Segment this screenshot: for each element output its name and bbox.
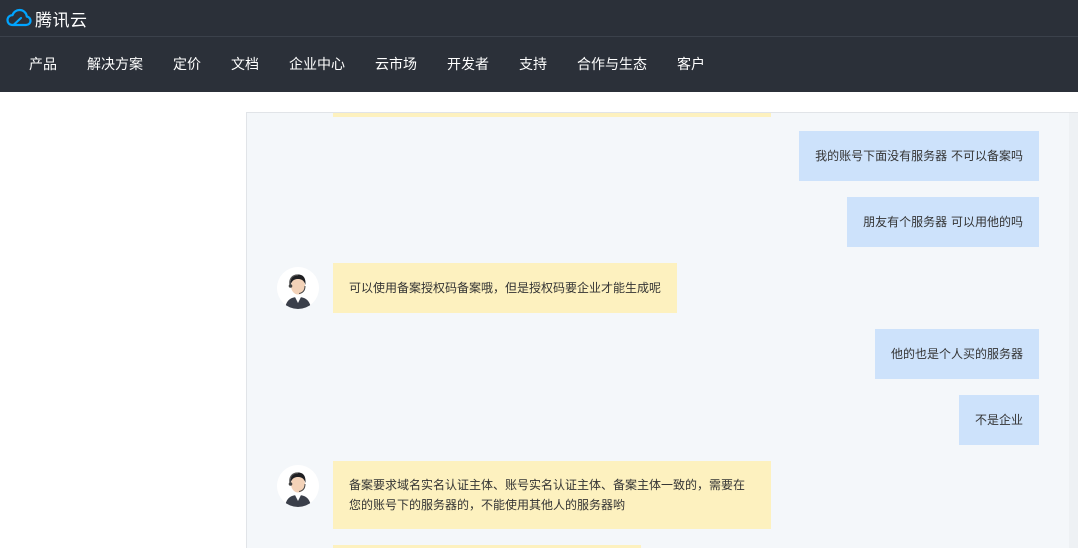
user-message: 我的账号下面没有服务器 不可以备案吗 [799,131,1039,181]
top-header: 腾讯云 产品 解决方案 定价 文档 企业中心 云市场 开发者 支持 合作与生态 … [0,0,1078,92]
tencent-cloud-logo[interactable]: 腾讯云 [6,6,88,31]
agent-avatar [277,267,319,309]
agent-bubble-partial-top [333,113,771,117]
chat-scrollbar[interactable] [1069,113,1078,548]
nav-item-developers[interactable]: 开发者 [432,38,504,92]
user-message: 不是企业 [958,395,1039,445]
nav-item-support[interactable]: 支持 [504,38,562,92]
main-nav: 产品 解决方案 定价 文档 企业中心 云市场 开发者 支持 合作与生态 客户 [14,38,720,92]
agent-avatar [277,465,319,507]
agent-message: 备案要求域名实名认证主体、账号实名认证主体、备案主体一致的，需要在您的账号下的服… [333,461,771,529]
cloud-logo-icon [6,8,32,27]
agent-avatar-icon [277,465,319,507]
brand-row: 腾讯云 [0,0,1078,37]
nav-item-cloud-market[interactable]: 云市场 [360,38,432,92]
nav-item-partners[interactable]: 合作与生态 [562,38,662,92]
user-message: 他的也是个人买的服务器 [874,329,1039,379]
nav-item-customers[interactable]: 客户 [662,38,720,92]
chat-panel[interactable]: 我的账号下面没有服务器 不可以备案吗 朋友有个服务器 可以用他的吗 可以使用备案… [246,112,1078,548]
nav-item-enterprise-center[interactable]: 企业中心 [274,38,360,92]
agent-message: 可以使用备案授权码备案哦，但是授权码要企业才能生成呢 [333,263,678,313]
brand-name: 腾讯云 [35,10,88,31]
nav-item-products[interactable]: 产品 [14,38,72,92]
nav-item-pricing[interactable]: 定价 [158,38,216,92]
agent-avatar-icon [277,267,319,309]
nav-item-docs[interactable]: 文档 [216,38,274,92]
user-message: 朋友有个服务器 可以用他的吗 [847,197,1039,247]
nav-item-solutions[interactable]: 解决方案 [72,38,158,92]
